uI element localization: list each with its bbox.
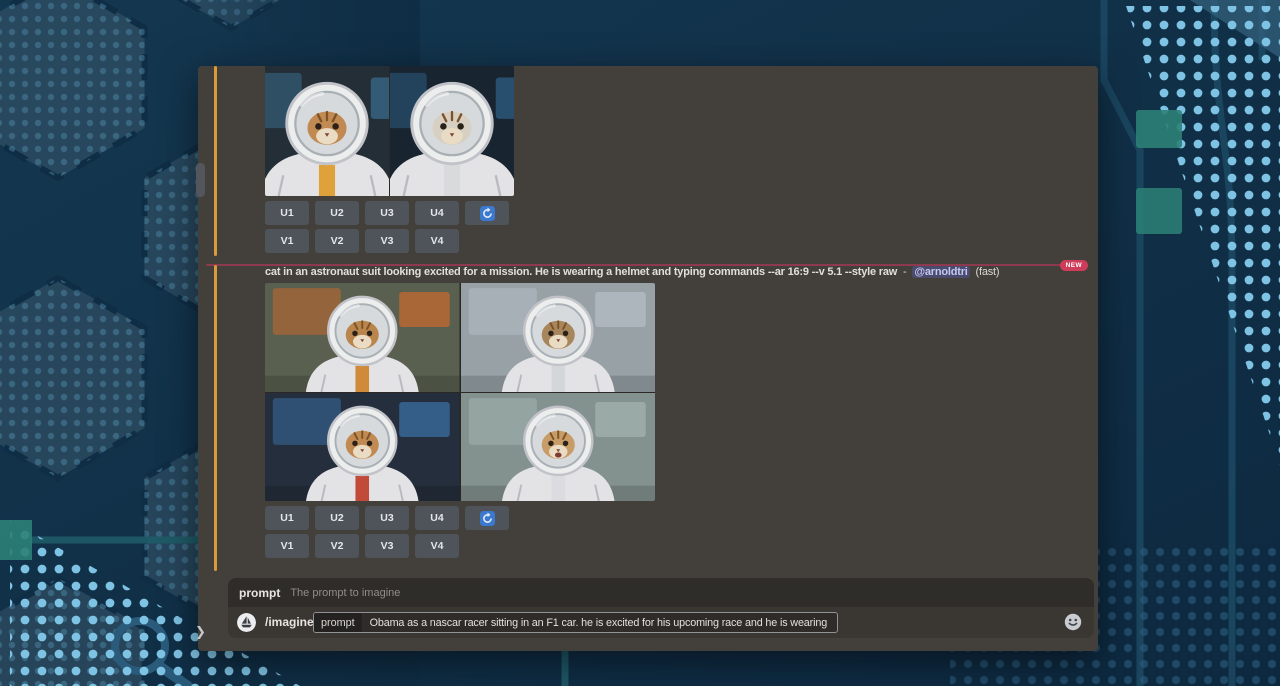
scrollbar-thumb[interactable] (196, 163, 205, 197)
rerun-button[interactable] (465, 201, 509, 225)
smiley-icon (1064, 613, 1082, 631)
new-badge: NEW (1060, 260, 1088, 271)
upscale-button-row: U1 U2 U3 U4 (265, 506, 509, 530)
prompt-input-value: Obama as a nascar racer sitting in an F1… (370, 617, 827, 629)
upscale-1-button[interactable]: U1 (265, 201, 309, 225)
midjourney-sailboat-icon (237, 613, 256, 632)
chevron-right-icon: ❯ (195, 624, 206, 640)
generation-mode: (fast) (976, 266, 1000, 278)
prompt-text: cat in an astronaut suit looking excited… (265, 266, 897, 278)
variation-4-button[interactable]: V4 (415, 534, 459, 558)
generated-image-grid[interactable] (265, 66, 514, 196)
variation-3-button[interactable]: V3 (365, 534, 409, 558)
separator: - (903, 266, 906, 278)
variation-button-row: V1 V2 V3 V4 (265, 229, 459, 253)
user-mention[interactable]: @arnoldtri (912, 266, 969, 278)
astronaut-cat-image[interactable] (461, 283, 656, 392)
refresh-icon (480, 511, 495, 526)
option-description: The prompt to imagine (290, 587, 400, 599)
upscale-3-button[interactable]: U3 (365, 506, 409, 530)
rerun-button[interactable] (465, 506, 509, 530)
slash-command-hint: prompt The prompt to imagine (228, 578, 1094, 607)
generated-image-grid[interactable] (265, 283, 655, 501)
mention-accent-bar (214, 265, 217, 571)
upscale-4-button[interactable]: U4 (415, 201, 459, 225)
astronaut-cat-image[interactable] (265, 393, 460, 502)
message-text: cat in an astronaut suit looking excited… (265, 266, 999, 281)
upscale-4-button[interactable]: U4 (415, 506, 459, 530)
upscale-2-button[interactable]: U2 (315, 201, 359, 225)
upscale-3-button[interactable]: U3 (365, 201, 409, 225)
variation-button-row: V1 V2 V3 V4 (265, 534, 459, 558)
astronaut-cat-image[interactable] (390, 66, 514, 196)
prompt-input[interactable]: prompt Obama as a nascar racer sitting i… (313, 612, 838, 633)
emoji-picker-button[interactable] (1064, 613, 1082, 631)
option-name: prompt (239, 586, 280, 600)
upscale-1-button[interactable]: U1 (265, 506, 309, 530)
variation-1-button[interactable]: V1 (265, 534, 309, 558)
mention-accent-bar (214, 66, 217, 256)
astronaut-cat-image[interactable] (265, 66, 389, 196)
variation-2-button[interactable]: V2 (315, 534, 359, 558)
variation-4-button[interactable]: V4 (415, 229, 459, 253)
astronaut-cat-image[interactable] (265, 283, 460, 392)
upscale-button-row: U1 U2 U3 U4 (265, 201, 509, 225)
variation-1-button[interactable]: V1 (265, 229, 309, 253)
refresh-icon (480, 206, 495, 221)
astronaut-cat-image[interactable] (461, 393, 656, 502)
imagine-command: /imagine (265, 615, 314, 629)
upscale-2-button[interactable]: U2 (315, 506, 359, 530)
discord-window: U1 U2 U3 U4 V1 V2 V3 V4 NEW cat (198, 66, 1098, 651)
prompt-option-label: prompt (314, 613, 362, 632)
variation-2-button[interactable]: V2 (315, 229, 359, 253)
message-input-bar: /imagine prompt Obama as a nascar racer … (228, 607, 1094, 638)
variation-3-button[interactable]: V3 (365, 229, 409, 253)
